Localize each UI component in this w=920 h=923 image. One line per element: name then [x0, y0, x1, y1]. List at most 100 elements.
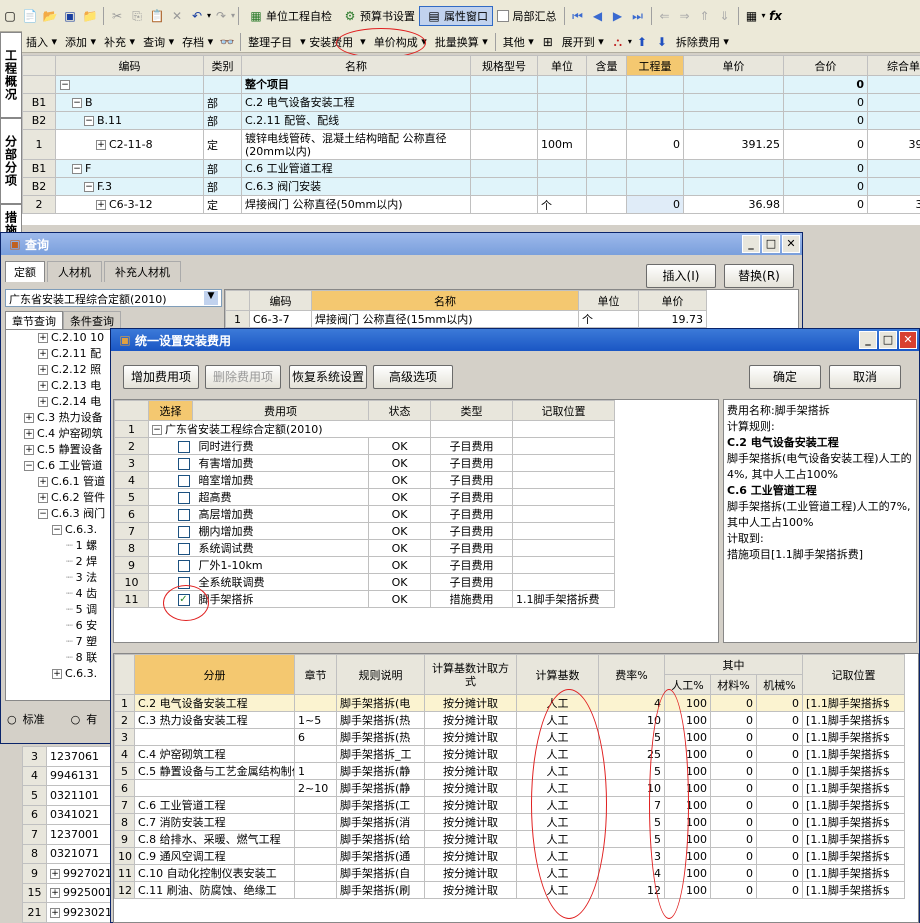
rule-col-method[interactable]: 计算基数计取方式 — [424, 654, 517, 695]
property-window-button[interactable]: ▤ 属性窗口 — [419, 5, 494, 26]
table-row[interactable]: 2 同时进行费 OK 子目费用 — [114, 437, 615, 455]
expand-icon[interactable]: + — [50, 888, 60, 899]
table-row[interactable]: 3 有害增加费 OK 子目费用 — [114, 454, 615, 472]
table-row[interactable]: 12 C.11 刷油、防腐蚀、绝缘工 脚手架搭拆(刷 按分摊计取 人工 12 100 0 0 [1… — [114, 881, 906, 899]
delete-fee-button[interactable]: 删除费用项 — [205, 365, 281, 389]
insert-button[interactable]: 插入(I) — [646, 264, 716, 288]
fee-col-position[interactable]: 记取位置 — [512, 400, 615, 421]
expand-icon[interactable]: + — [50, 907, 60, 918]
cut-icon[interactable]: ✂ — [109, 8, 125, 24]
result-col-unit[interactable]: 单位 — [578, 290, 639, 311]
close-button[interactable]: ✕ — [899, 331, 917, 349]
collapse-icon[interactable]: − — [72, 164, 82, 174]
remove-fee-menu[interactable]: 拆除费用 ▾ — [672, 32, 733, 52]
select-checkbox[interactable] — [177, 474, 190, 487]
rule-col-rule[interactable]: 规则说明 — [336, 654, 425, 695]
collapse-icon[interactable]: − — [84, 116, 94, 126]
expand-icon[interactable]: + — [96, 140, 106, 150]
expand-icon[interactable]: + — [52, 669, 62, 679]
fee-col-select[interactable]: 选择 — [148, 400, 193, 421]
arrow-up-icon[interactable]: ⬆ — [634, 34, 650, 50]
move-down-icon[interactable]: ⇓ — [717, 8, 733, 24]
archive-menu[interactable]: 存档 ▾ — [178, 32, 217, 52]
add-fee-button[interactable]: 增加费用项 — [123, 365, 199, 389]
maximize-button[interactable]: □ — [762, 235, 780, 253]
partial-summary-toggle[interactable]: 局部汇总 — [493, 6, 561, 26]
binoculars-icon[interactable]: 👓 — [219, 34, 235, 50]
tab-norm[interactable]: 定额 — [5, 261, 45, 282]
table-row[interactable]: 4 暗室增加费 OK 子目费用 — [114, 471, 615, 489]
expand-icon[interactable]: + — [96, 200, 106, 210]
table-row[interactable]: 1 C.2 电气设备安装工程 脚手架搭拆(电 按分摊计取 人工 4 100 0 0 [1.1脚手架… — [114, 694, 906, 712]
expand-icon[interactable]: + — [38, 493, 48, 503]
col-name[interactable]: 名称 — [241, 55, 471, 76]
prev-icon[interactable]: ◀ — [590, 8, 606, 24]
last-icon[interactable]: ⏭ — [630, 8, 646, 24]
save-icon[interactable]: ▣ — [62, 8, 78, 24]
side-tab-overview[interactable]: 工程概况 — [0, 32, 22, 118]
move-left-icon[interactable]: ⇐ — [657, 8, 673, 24]
redo-icon[interactable]: ↷ — [213, 8, 229, 24]
expand-icon[interactable]: + — [38, 397, 48, 407]
minimize-button[interactable]: _ — [742, 235, 760, 253]
delete-icon[interactable]: ✕ — [169, 8, 185, 24]
col-comp-price[interactable]: 综合单价 — [867, 55, 920, 76]
table-row[interactable]: 8 系统调试费 OK 子目费用 — [114, 539, 615, 557]
cancel-button[interactable]: 取消 — [829, 365, 901, 389]
rule-col-machine[interactable]: 机械% — [755, 674, 804, 695]
fx-icon[interactable]: fx — [768, 8, 784, 24]
table-row[interactable]: 2+C6-3-12定焊接阀门 公称直径(50mm以内)个036.98036.98 — [22, 195, 920, 214]
arrow-down-icon[interactable]: ⬇ — [654, 34, 670, 50]
fee-root-row[interactable]: 1 − 广东省安装工程综合定额(2010) — [114, 420, 615, 438]
paste-icon[interactable]: 📋 — [149, 8, 165, 24]
select-checkbox[interactable] — [177, 542, 190, 555]
supplement-menu[interactable]: 补充 ▾ — [100, 32, 139, 52]
side-tab-items[interactable]: 分部分项 — [0, 118, 22, 204]
table-row[interactable]: 3 1237061 — [22, 746, 112, 767]
col-category[interactable]: 类别 — [203, 55, 242, 76]
table-row[interactable]: 5C.5 静置设备与工艺金属结构制作安装工程1脚手架搭拆(静按分摊计取人工510… — [114, 762, 906, 780]
rule-col-rate[interactable]: 费率% — [598, 654, 665, 695]
collapse-icon[interactable]: − — [72, 98, 82, 108]
rule-col-base[interactable]: 计算基数 — [516, 654, 599, 695]
result-col-name[interactable]: 名称 — [311, 290, 579, 311]
select-checkbox[interactable] — [177, 559, 190, 572]
table-row[interactable]: 4 C.4 炉窑砌筑工程 脚手架搭拆_工 按分摊计取 人工 25 100 0 0 [1.1脚手架搭… — [114, 745, 906, 763]
expand-icon[interactable]: + — [38, 349, 48, 359]
result-col-price[interactable]: 单价 — [638, 290, 707, 311]
table-row[interactable]: 3 6 脚手架搭拆(热 按分摊计取 人工 5 100 0 0 [1.1脚手架搭拆$ — [114, 728, 906, 746]
table-row[interactable]: 6 2~10 脚手架搭拆(静 按分摊计取 人工 10 100 0 0 [1.1脚手架搭拆$ — [114, 779, 906, 797]
collapse-icon[interactable]: − — [38, 509, 48, 519]
expand-icon[interactable]: + — [38, 365, 48, 375]
replace-button[interactable]: 替换(R) — [724, 264, 794, 288]
norm-select[interactable]: 广东省安装工程综合定额(2010) ▼ — [5, 289, 222, 307]
calculator-icon[interactable]: ▦ — [744, 8, 760, 24]
tab-labor-material[interactable]: 人材机 — [47, 261, 102, 282]
insert-menu[interactable]: 插入 ▾ — [22, 32, 61, 52]
rule-col-chapter[interactable]: 章节 — [294, 654, 337, 695]
paint-bucket-icon[interactable]: ⛬ — [610, 34, 626, 50]
rule-col-volume[interactable]: 分册 — [134, 654, 295, 695]
close-button[interactable]: ✕ — [782, 235, 800, 253]
radio-std[interactable]: ○ — [7, 713, 17, 726]
undo-icon[interactable]: ↶ — [189, 8, 205, 24]
organize-menu[interactable]: 整理子目 — [244, 32, 296, 52]
col-code[interactable]: 编码 — [55, 55, 204, 76]
table-row[interactable]: 6 高层增加费 OK 子目费用 — [114, 505, 615, 523]
col-spec[interactable]: 规格型号 — [470, 55, 538, 76]
collapse-icon[interactable]: − — [24, 461, 34, 471]
copy-icon[interactable]: ⎘ — [129, 8, 145, 24]
table-row[interactable]: 11 C.10 自动化控制仪表安装工 脚手架搭拆(自 按分摊计取 人工 4 100 0 0 [1.… — [114, 864, 906, 882]
table-row[interactable]: 21 +9923021 — [22, 902, 112, 923]
col-content[interactable]: 含量 — [586, 55, 627, 76]
table-row[interactable]: 7 C.6 工业管道工程 脚手架搭拆(工 按分摊计取 人工 7 100 0 0 [1.1脚手架搭拆… — [114, 796, 906, 814]
col-total[interactable]: 合价 — [783, 55, 868, 76]
expand-icon[interactable]: + — [50, 868, 60, 879]
advanced-options-button[interactable]: 高级选项 — [373, 365, 453, 389]
first-icon[interactable]: ⏮ — [570, 8, 586, 24]
fee-col-status[interactable]: 状态 — [368, 400, 431, 421]
table-row[interactable]: 2 C.3 热力设备安装工程 1~5 脚手架搭拆(热 按分摊计取 人工 10 100 0 0 [1.… — [114, 711, 906, 729]
table-row[interactable]: 4 9946131 — [22, 765, 112, 786]
col-price[interactable]: 单价 — [683, 55, 784, 76]
tab-supplement[interactable]: 补充人材机 — [104, 261, 181, 282]
